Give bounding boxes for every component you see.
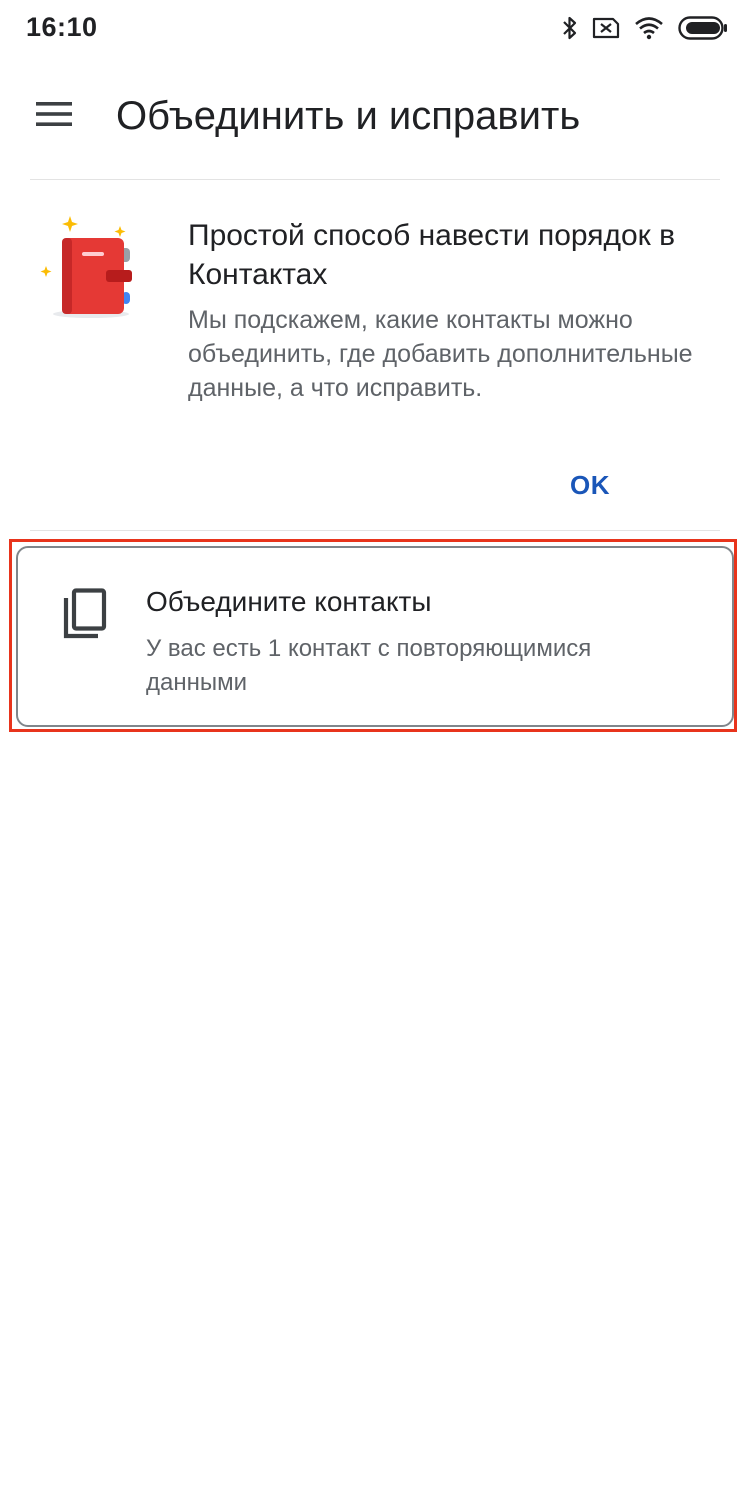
menu-button[interactable] [26,90,82,142]
app-bar: Объединить и исправить [0,74,750,158]
hamburger-menu-icon [36,101,72,132]
copy-icon [60,588,108,644]
ok-button[interactable]: OK [558,464,622,507]
page-title: Объединить и исправить [116,94,581,138]
merge-card-subtitle: У вас есть 1 контакт с повторяющимися да… [146,635,592,696]
promo-body: Мы подскажем, какие контакты можно объед… [188,306,693,402]
status-bar: 16:10 [0,0,750,54]
no-sim-icon [592,17,620,39]
promo-title: Простой способ навести порядок в Контакт… [188,219,676,291]
status-icons [562,14,728,42]
merge-card-title: Объедините контакты [146,586,432,617]
promo-card: Простой способ навести порядок в Контакт… [0,180,750,530]
red-address-book-icon [36,214,140,322]
battery-icon [678,16,728,40]
status-time: 16:10 [26,12,98,42]
merge-contacts-card[interactable]: Объедините контакты У вас есть 1 контакт… [16,546,734,727]
wifi-icon [634,16,664,40]
divider-bottom [30,530,720,531]
bluetooth-icon [562,15,578,41]
